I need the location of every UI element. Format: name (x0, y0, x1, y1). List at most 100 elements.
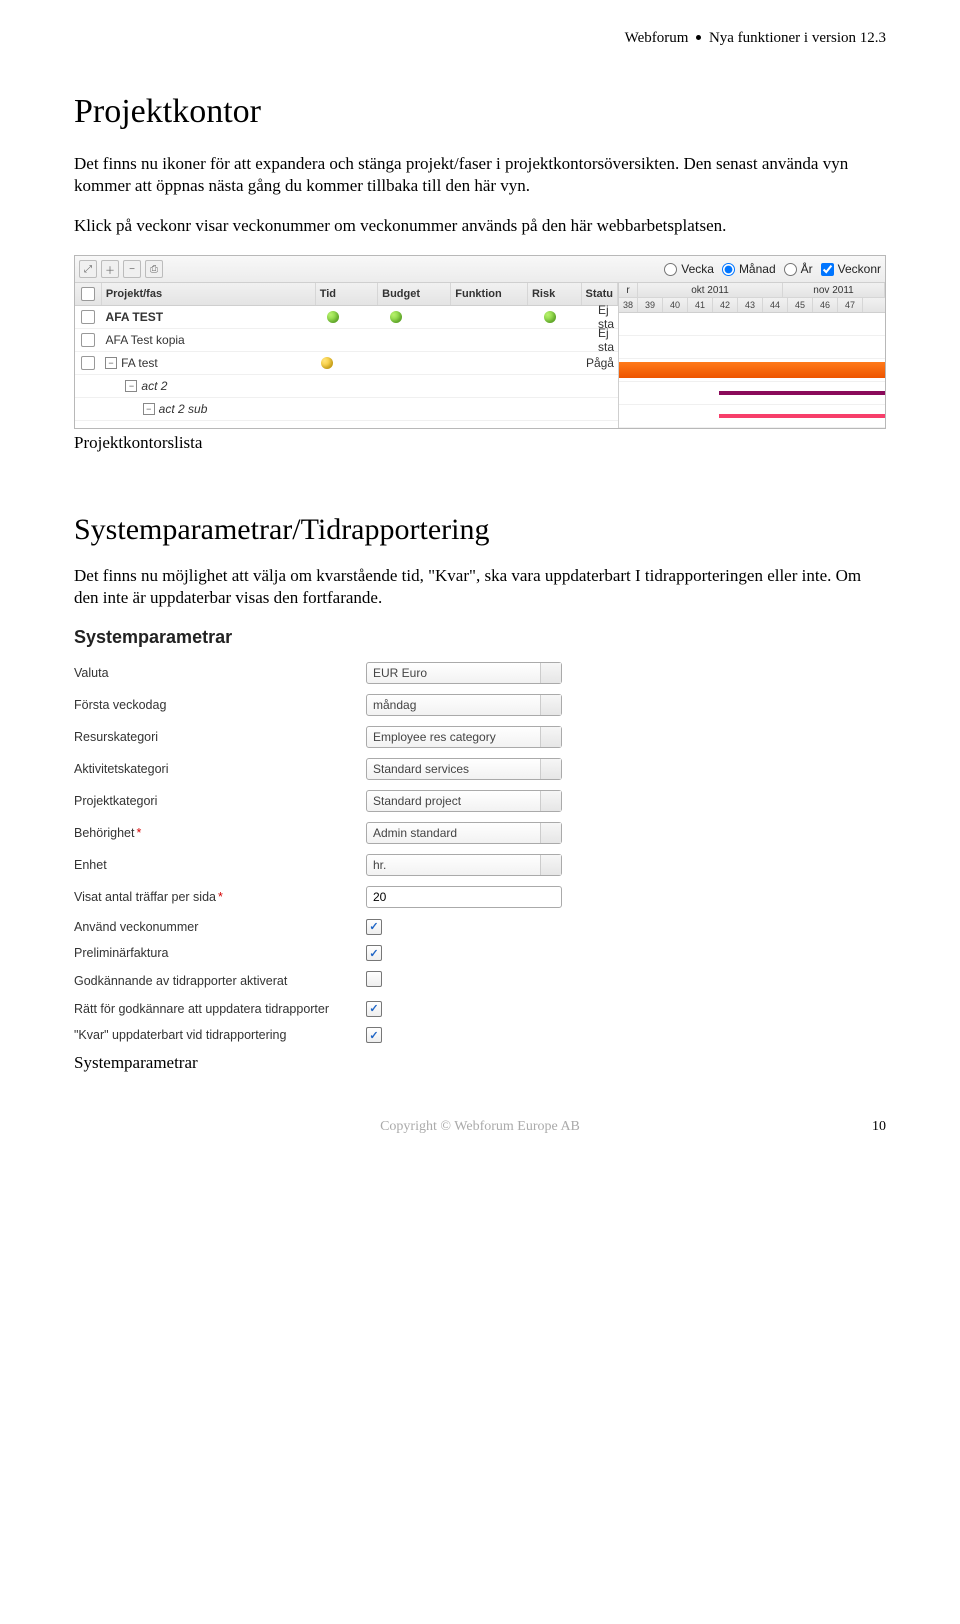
grid-left-pane: Projekt/fas Tid Budget Funktion Risk Sta… (75, 283, 619, 428)
section1-p2: Klick på veckonr visar veckonummer om ve… (74, 215, 886, 237)
table-row[interactable]: AFA TEST Ej sta (75, 306, 618, 329)
tree-collapse-icon[interactable]: − (125, 380, 137, 392)
dropdown-valuta[interactable]: EUR Euro (366, 662, 562, 684)
col-budget[interactable]: Budget (378, 283, 451, 305)
col-status[interactable]: Statu (582, 283, 619, 305)
projektkontor-screenshot: ⤢ ＋ − ⎙ Vecka Månad År Veckonr (74, 255, 886, 429)
week-cell[interactable]: 43 (738, 298, 763, 312)
week-cell[interactable]: 42 (713, 298, 738, 312)
radio-manad[interactable] (722, 263, 735, 276)
table-row[interactable]: AFA Test kopia Ej sta (75, 329, 618, 352)
checkbox-veckonr-label[interactable]: Veckonr (821, 262, 881, 276)
dropdown-projekt[interactable]: Standard project (366, 790, 562, 812)
label-veckonr: Använd veckonummer (74, 920, 366, 934)
dropdown-enhet[interactable]: hr. (366, 854, 562, 876)
row-name: − FA test (101, 352, 317, 374)
week-cell[interactable]: 39 (638, 298, 663, 312)
grid: Projekt/fas Tid Budget Funktion Risk Sta… (75, 283, 885, 428)
header-prefix: Webforum (625, 30, 689, 46)
checkbox-icon[interactable] (81, 333, 95, 347)
radio-ar-label[interactable]: År (784, 262, 813, 276)
caret-down-icon (547, 703, 555, 708)
label-behorighet: Behörighet* (74, 826, 366, 840)
checkbox-ratt[interactable]: ✓ (366, 1001, 382, 1017)
add-icon[interactable]: ＋ (101, 260, 119, 278)
dropdown-aktivitet[interactable]: Standard services (366, 758, 562, 780)
form-row-godk: Godkännande av tidrapporter aktiverat (74, 971, 674, 990)
week-cell[interactable]: 41 (688, 298, 713, 312)
table-row[interactable]: − FA test Pågå (75, 352, 618, 375)
status-dot-icon (390, 311, 402, 323)
timeline-pane: r okt 2011 nov 2011 38 39 40 41 42 43 44… (619, 283, 885, 428)
gantt-bar-icon[interactable] (619, 362, 885, 378)
label-godk: Godkännande av tidrapporter aktiverat (74, 974, 366, 988)
checkbox-icon[interactable] (81, 287, 95, 301)
form-row-valuta: Valuta EUR Euro (74, 662, 674, 684)
section1-title: Projektkontor (74, 93, 886, 131)
dropdown-veckodag[interactable]: måndag (366, 694, 562, 716)
month-pre: r (619, 283, 638, 297)
row-name: − act 2 sub (101, 398, 350, 420)
week-cell[interactable]: 38 (619, 298, 638, 312)
form-row-veckonr: Använd veckonummer ✓ (74, 918, 674, 935)
systemparametrar-screenshot: Systemparametrar Valuta EUR Euro Första … (74, 627, 674, 1043)
checkbox-godk[interactable] (366, 971, 382, 987)
week-cell[interactable]: 46 (813, 298, 838, 312)
print-icon[interactable]: ⎙ (145, 260, 163, 278)
week-cell[interactable]: 45 (788, 298, 813, 312)
label-resurs: Resurskategori (74, 730, 366, 744)
col-tid[interactable]: Tid (316, 283, 378, 305)
gantt-bar-icon[interactable] (719, 414, 885, 418)
gantt-bar-icon[interactable] (719, 391, 885, 395)
required-indicator: * (136, 826, 141, 840)
week-cell[interactable]: 47 (838, 298, 863, 312)
caret-down-icon (547, 735, 555, 740)
month-nov[interactable]: nov 2011 (783, 283, 885, 297)
row-status: Pågå (582, 352, 618, 374)
form-row-traffar: Visat antal träffar per sida* (74, 886, 674, 908)
tree-collapse-icon[interactable]: − (143, 403, 155, 415)
checkbox-icon[interactable] (81, 356, 95, 370)
form-row-projekt: Projektkategori Standard project (74, 790, 674, 812)
col-check (75, 283, 102, 305)
radio-vecka-label[interactable]: Vecka (664, 262, 714, 276)
week-cell[interactable]: 44 (763, 298, 788, 312)
checkbox-veckonr[interactable]: ✓ (366, 919, 382, 935)
row-name: AFA TEST (102, 306, 323, 328)
radio-vecka[interactable] (664, 263, 677, 276)
row-status: Ej sta (594, 329, 618, 351)
expand-icon[interactable]: ⤢ (79, 260, 97, 278)
col-risk[interactable]: Risk (528, 283, 582, 305)
table-row[interactable]: − act 2 (75, 375, 618, 398)
checkbox-veckonr[interactable] (821, 263, 834, 276)
checkbox-kvar[interactable]: ✓ (366, 1027, 382, 1043)
label-prelim: Preliminärfaktura (74, 946, 366, 960)
checkbox-icon[interactable] (81, 310, 95, 324)
footer-copyright: Copyright © Webforum Europe AB (74, 1119, 886, 1135)
status-dot-icon (327, 311, 339, 323)
col-projekt[interactable]: Projekt/fas (102, 283, 316, 305)
dropdown-behorighet[interactable]: Admin standard (366, 822, 562, 844)
month-okt[interactable]: okt 2011 (638, 283, 783, 297)
checkbox-prelim[interactable]: ✓ (366, 945, 382, 961)
week-cell[interactable]: 40 (663, 298, 688, 312)
dropdown-resurs[interactable]: Employee res category (366, 726, 562, 748)
label-veckodag: Första veckodag (74, 698, 366, 712)
caret-down-icon (547, 831, 555, 836)
label-enhet: Enhet (74, 858, 366, 872)
status-dot-icon (544, 311, 556, 323)
radio-ar[interactable] (784, 263, 797, 276)
status-dot-icon (321, 357, 333, 369)
footer: Copyright © Webforum Europe AB 10 (74, 1119, 886, 1143)
caret-down-icon (547, 767, 555, 772)
form-row-enhet: Enhet hr. (74, 854, 674, 876)
collapse-icon[interactable]: − (123, 260, 141, 278)
col-funktion[interactable]: Funktion (451, 283, 528, 305)
timeline-row (619, 313, 885, 336)
input-traffar[interactable] (366, 886, 562, 908)
required-indicator: * (218, 890, 223, 904)
radio-manad-label[interactable]: Månad (722, 262, 776, 276)
table-row[interactable]: − act 2 sub (75, 398, 618, 421)
tree-collapse-icon[interactable]: − (105, 357, 117, 369)
form-title: Systemparametrar (74, 627, 674, 648)
